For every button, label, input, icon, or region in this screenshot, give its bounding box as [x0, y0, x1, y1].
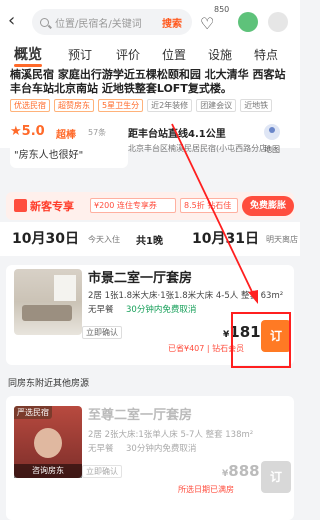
- photo-label: 严选民宿: [14, 406, 52, 419]
- room-photo[interactable]: 严选民宿 咨询房东: [14, 406, 82, 478]
- sold-out-text: 所选日期已满房: [178, 485, 234, 494]
- price-value: 888: [228, 462, 260, 480]
- room-meal: 无早餐: [88, 444, 114, 454]
- room-price: ¥888: [222, 462, 260, 480]
- room-desc: 2居 2张大床:1张单人床 5-7人 整套 138m²: [88, 430, 254, 440]
- annotation-highlight-box: [231, 312, 291, 368]
- section-title: 同房东附近其他房源: [8, 379, 90, 389]
- room-cancel-policy: 30分钟内免费取消: [126, 444, 197, 454]
- host-avatar: [34, 428, 62, 458]
- book-button-disabled[interactable]: 订: [261, 461, 291, 493]
- instant-confirm-badge: 立即确认: [82, 465, 122, 478]
- room-title: 至尊二室一厅套房: [88, 408, 193, 423]
- contact-host-caption[interactable]: 咨询房东: [14, 464, 82, 478]
- room-card[interactable]: 严选民宿 咨询房东 至尊二室一厅套房 2居 2张大床:1张单人床 5-7人 整套…: [6, 396, 294, 520]
